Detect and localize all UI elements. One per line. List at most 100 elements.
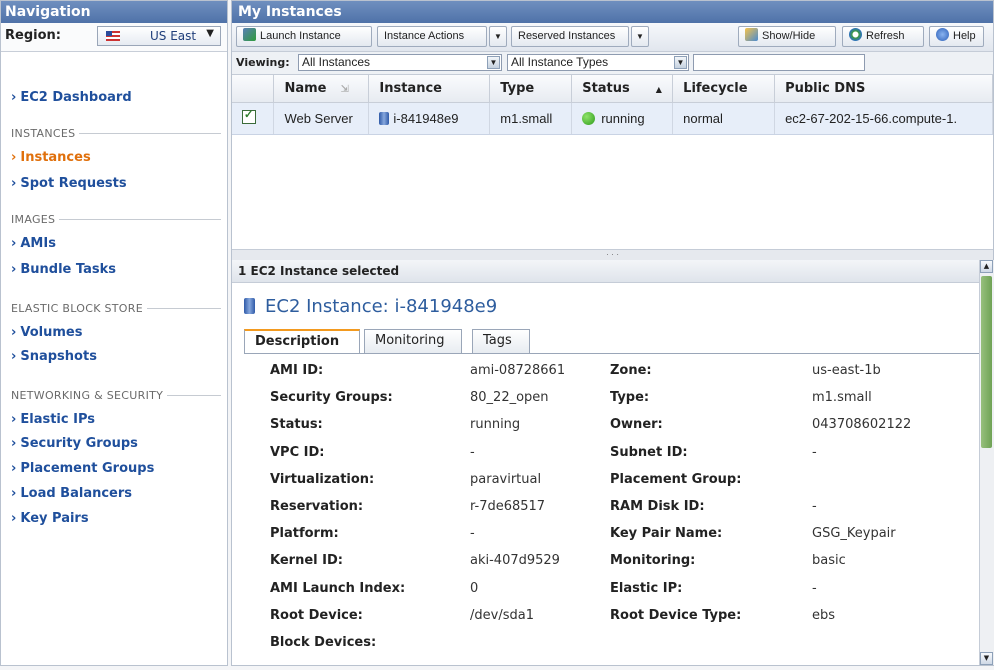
chevron-right-icon: ›: [11, 461, 17, 476]
chevron-right-icon: ›: [11, 486, 17, 501]
field-label: Owner:: [610, 417, 663, 432]
instance-actions-dropdown[interactable]: ▼: [489, 26, 507, 47]
detail-heading: EC2 Instance: i-841948e9: [244, 296, 497, 317]
column-header-public-dns[interactable]: Public DNS: [774, 75, 993, 103]
help-button[interactable]: Help: [929, 26, 984, 47]
nav-link-key-pairs[interactable]: › Key Pairs: [11, 511, 89, 526]
nav-section-ebs: ELASTIC BLOCK STORE: [11, 302, 221, 315]
chevron-right-icon: ›: [11, 236, 17, 251]
launch-instance-button[interactable]: Launch Instance: [236, 26, 372, 47]
field-value: -: [812, 445, 817, 460]
checkbox-checked[interactable]: [242, 108, 256, 124]
chevron-right-icon: ›: [11, 176, 17, 191]
refresh-icon: [849, 28, 862, 41]
nav-link-elastic-ips[interactable]: › Elastic IPs: [11, 412, 95, 427]
nav-link-label: Spot Requests: [20, 176, 127, 191]
launch-icon: [243, 28, 256, 41]
select-column-header[interactable]: [232, 75, 275, 103]
scroll-down-icon[interactable]: ▼: [980, 652, 993, 665]
nav-link-label: Snapshots: [20, 349, 97, 364]
show-hide-button[interactable]: Show/Hide: [738, 26, 836, 47]
field-value: basic: [812, 553, 846, 568]
columns-icon: [745, 28, 758, 41]
field-value: -: [470, 526, 475, 541]
filter-bar: Viewing: All Instances ▼ All Instance Ty…: [232, 52, 993, 75]
chevron-right-icon: ›: [11, 90, 17, 105]
field-label: Kernel ID:: [270, 553, 343, 568]
field-value: -: [812, 581, 817, 596]
field-label: Type:: [610, 390, 650, 405]
sort-icon: ⇲: [340, 83, 349, 95]
column-header-name[interactable]: Name ⇲: [273, 75, 370, 103]
column-label: Name: [284, 80, 327, 96]
tab-monitoring[interactable]: Monitoring: [364, 329, 462, 353]
chevron-right-icon: ›: [11, 150, 17, 165]
scroll-up-icon[interactable]: ▲: [980, 260, 993, 273]
row-select-cell[interactable]: [232, 102, 275, 135]
panel-title: My Instances: [232, 1, 993, 23]
field-label: Security Groups:: [270, 390, 393, 405]
region-selector-row: Region: US East ▼: [1, 23, 227, 52]
detail-scrollbar[interactable]: ▲ ▼: [979, 260, 994, 665]
field-label: Subnet ID:: [610, 445, 688, 460]
nav-link-placement-groups[interactable]: › Placement Groups: [11, 461, 154, 476]
field-value: running: [470, 417, 521, 432]
instances-panel: My Instances Launch Instance Instance Ac…: [231, 0, 994, 666]
chevron-right-icon: ›: [11, 349, 17, 364]
help-icon: [936, 28, 949, 41]
nav-link-spot-requests[interactable]: › Spot Requests: [11, 176, 127, 191]
nav-link-volumes[interactable]: › Volumes: [11, 325, 82, 340]
field-label: Virtualization:: [270, 472, 375, 487]
chevron-right-icon: ›: [11, 511, 17, 526]
nav-link-label: Elastic IPs: [20, 412, 95, 427]
nav-link-bundle-tasks[interactable]: › Bundle Tasks: [11, 262, 116, 277]
nav-link-amis[interactable]: › AMIs: [11, 236, 56, 251]
column-header-lifecycle[interactable]: Lifecycle: [672, 75, 776, 103]
nav-link-label: EC2 Dashboard: [20, 90, 132, 105]
column-header-status[interactable]: Status ▲: [571, 75, 674, 103]
tab-underline: [244, 353, 979, 354]
field-value: GSG_Keypair: [812, 526, 896, 541]
field-value: 043708602122: [812, 417, 912, 432]
column-label: Status: [582, 80, 630, 96]
field-value: r-7de68517: [470, 499, 546, 514]
nav-link-security-groups[interactable]: › Security Groups: [11, 436, 138, 451]
field-value: 80_22_open: [470, 390, 549, 405]
nav-link-label: Volumes: [20, 325, 83, 340]
region-select[interactable]: US East ▼: [97, 26, 221, 46]
reserved-instances-label: Reserved Instances: [518, 30, 616, 42]
instance-actions-button[interactable]: Instance Actions: [377, 26, 487, 47]
tab-description[interactable]: Description: [244, 329, 360, 354]
nav-link-instances[interactable]: › Instances: [11, 150, 91, 165]
reserved-instances-dropdown[interactable]: ▼: [631, 26, 649, 47]
field-label: Key Pair Name:: [610, 526, 723, 541]
reserved-instances-button[interactable]: Reserved Instances: [511, 26, 629, 47]
toolbar: Launch Instance Instance Actions ▼ Reser…: [232, 23, 993, 52]
tab-tags[interactable]: Tags: [472, 329, 530, 353]
nav-link-load-balancers[interactable]: › Load Balancers: [11, 486, 132, 501]
search-input[interactable]: [693, 54, 865, 71]
nav-link-snapshots[interactable]: › Snapshots: [11, 349, 97, 364]
us-flag-icon: [106, 31, 120, 41]
field-value: us-east-1b: [812, 363, 881, 378]
nav-link-ec2-dashboard[interactable]: › EC2 Dashboard: [11, 90, 132, 105]
nav-link-label: Instances: [20, 150, 91, 165]
nav-section-instances: INSTANCES: [11, 127, 221, 140]
field-value: ami-08728661: [470, 363, 566, 378]
refresh-button[interactable]: Refresh: [842, 26, 924, 47]
table-row[interactable]: Web Server i-841948e9 m1.small running n…: [232, 102, 993, 135]
nav-link-label: Key Pairs: [20, 511, 89, 526]
instances-table: Name ⇲ Instance Type Status ▲ Lifecycle Pu…: [232, 75, 993, 135]
instance-types-filter-select[interactable]: All Instance Types ▼: [507, 54, 689, 71]
instance-types-filter-value: All Instance Types: [511, 55, 609, 69]
field-label: Block Devices:: [270, 635, 377, 650]
column-header-instance[interactable]: Instance: [368, 75, 491, 103]
column-header-type[interactable]: Type: [489, 75, 573, 103]
scroll-thumb[interactable]: [981, 276, 992, 448]
chevron-right-icon: ›: [11, 412, 17, 427]
field-label: Root Device:: [270, 608, 363, 623]
cell-name: Web Server: [273, 102, 370, 135]
nav-section-networking: NETWORKING & SECURITY: [11, 389, 221, 402]
instances-filter-select[interactable]: All Instances ▼: [298, 54, 502, 71]
chevron-right-icon: ›: [11, 436, 17, 451]
